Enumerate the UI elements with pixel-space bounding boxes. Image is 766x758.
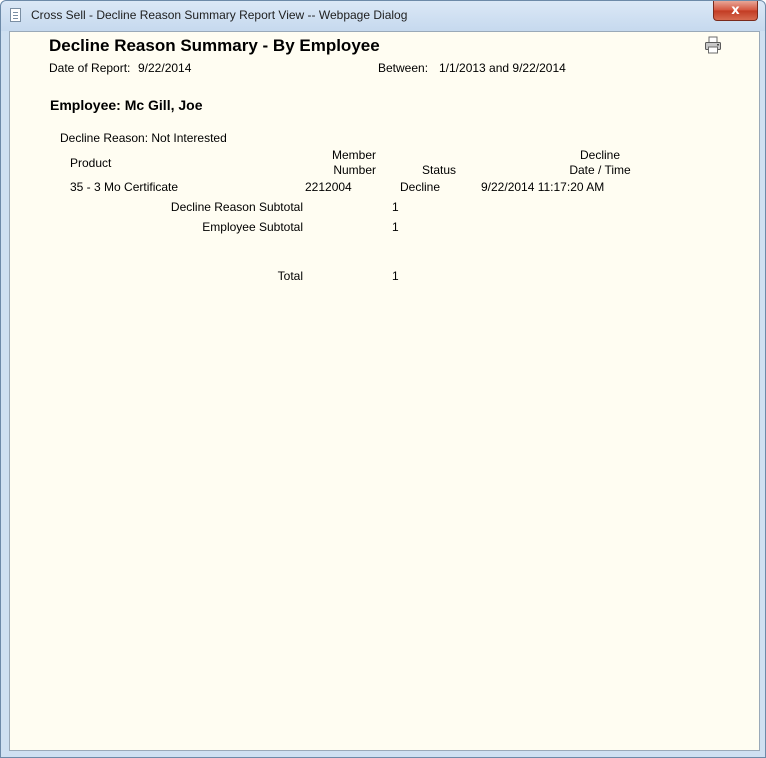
title-bar[interactable]: Cross Sell - Decline Reason Summary Repo…	[1, 1, 765, 31]
employee-subtotal-value: 1	[392, 220, 399, 234]
column-header-decline-line1: Decline	[579, 148, 621, 162]
column-header-product: Product	[70, 156, 112, 170]
column-header-member-line2: Number	[333, 163, 376, 177]
window-title: Cross Sell - Decline Reason Summary Repo…	[31, 8, 408, 22]
date-of-report-label: Date of Report:	[49, 61, 131, 75]
between-value: 1/1/2013 and 9/22/2014	[439, 61, 566, 75]
close-button[interactable]: x	[713, 1, 758, 21]
close-icon: x	[731, 3, 740, 18]
report-title: Decline Reason Summary - By Employee	[49, 36, 380, 55]
decline-reason-heading: Decline Reason: Not Interested	[60, 131, 227, 145]
printer-icon[interactable]	[704, 36, 722, 54]
row-decline-datetime: 9/22/2014 11:17:20 AM	[481, 180, 605, 194]
report-view: Decline Reason Summary - By Employee Dat…	[9, 31, 760, 751]
column-header-decline-line2: Date / Time	[569, 163, 631, 177]
document-icon	[10, 8, 21, 22]
column-header-member-line1: Member	[331, 148, 376, 162]
dialog-window: Cross Sell - Decline Reason Summary Repo…	[0, 0, 766, 758]
total-label: Total	[277, 269, 303, 283]
row-product: 35 - 3 Mo Certificate	[70, 180, 179, 194]
row-member-number: 2212004	[305, 180, 352, 194]
employee-heading: Employee: Mc Gill, Joe	[50, 97, 203, 113]
total-value: 1	[392, 269, 399, 283]
column-header-status: Status	[422, 163, 457, 177]
decline-reason-subtotal-label: Decline Reason Subtotal	[170, 200, 303, 214]
decline-reason-subtotal-value: 1	[392, 200, 399, 214]
between-label: Between:	[378, 61, 429, 75]
employee-subtotal-label: Employee Subtotal	[202, 220, 303, 234]
date-of-report-value: 9/22/2014	[138, 61, 192, 75]
row-status: Decline	[400, 180, 441, 194]
